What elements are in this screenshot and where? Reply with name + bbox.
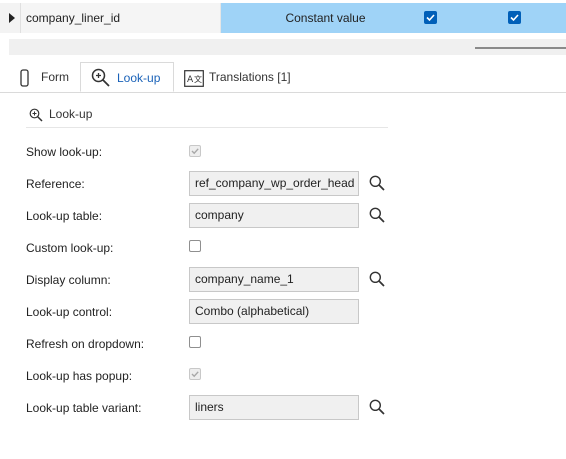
tab-lookup-label: Look-up — [117, 71, 161, 85]
display-column-search-icon[interactable] — [369, 271, 385, 287]
show-lookup-label: Show look-up: — [26, 145, 103, 159]
refresh-on-dropdown-label: Refresh on dropdown: — [26, 337, 145, 351]
horizontal-scrollbar[interactable] — [9, 39, 566, 55]
show-lookup-checkbox[interactable] — [189, 145, 201, 157]
scrollbar-thumb[interactable] — [475, 47, 566, 49]
column-name-cell[interactable]: company_liner_id — [21, 3, 221, 33]
tab-translations[interactable]: A文 Translations [1] — [174, 62, 304, 92]
lookup-table-field[interactable]: company — [189, 203, 359, 228]
reference-label: Reference: — [26, 177, 85, 191]
reference-search-icon[interactable] — [369, 175, 385, 191]
lookup-table-variant-search-icon[interactable] — [369, 399, 385, 415]
lookup-control-label: Look-up control: — [26, 305, 113, 319]
lookup-table-label: Look-up table: — [26, 209, 103, 223]
row-selector[interactable] — [0, 3, 21, 33]
lookup-table-variant-field[interactable]: liners — [189, 395, 359, 420]
lookup-has-popup-label: Look-up has popup: — [26, 369, 133, 383]
tab-lookup[interactable]: Look-up — [80, 62, 174, 92]
section-title: Look-up — [49, 107, 93, 121]
lookup-zoom-icon — [91, 68, 111, 99]
tab-form-label: Form — [41, 70, 69, 84]
tab-form[interactable]: Form — [10, 62, 80, 92]
lookup-section-header: Look-up — [26, 104, 388, 128]
grid-row[interactable]: company_liner_id Constant value — [0, 0, 566, 33]
lookup-table-search-icon[interactable] — [369, 207, 385, 223]
lookup-control-field[interactable]: Combo (alphabetical) — [189, 299, 359, 324]
tab-bar: Form Look-up A文 Translations [1] — [0, 62, 566, 93]
magnifier-icon — [29, 108, 43, 125]
lookup-has-popup-checkbox[interactable] — [189, 368, 201, 380]
row-pointer-icon — [9, 13, 15, 23]
custom-lookup-label: Custom look-up: — [26, 241, 114, 255]
selected-cells[interactable]: Constant value — [221, 3, 566, 33]
reference-field[interactable]: ref_company_wp_order_head — [189, 171, 359, 196]
grid-checkbox-1[interactable] — [424, 11, 437, 24]
translate-icon: A文 — [184, 68, 204, 98]
lookup-table-variant-label: Look-up table variant: — [26, 401, 142, 415]
custom-lookup-checkbox[interactable] — [189, 240, 201, 252]
refresh-on-dropdown-checkbox[interactable] — [189, 336, 201, 348]
form-icon — [20, 68, 30, 98]
display-column-label: Display column: — [26, 273, 111, 287]
svg-text:文: 文 — [194, 74, 202, 84]
value-type-cell[interactable]: Constant value — [221, 3, 430, 33]
svg-text:A: A — [187, 75, 194, 85]
display-column-field[interactable]: company_name_1 — [189, 267, 359, 292]
grid-checkbox-2[interactable] — [508, 11, 521, 24]
tab-translations-label: Translations [1] — [209, 70, 291, 84]
